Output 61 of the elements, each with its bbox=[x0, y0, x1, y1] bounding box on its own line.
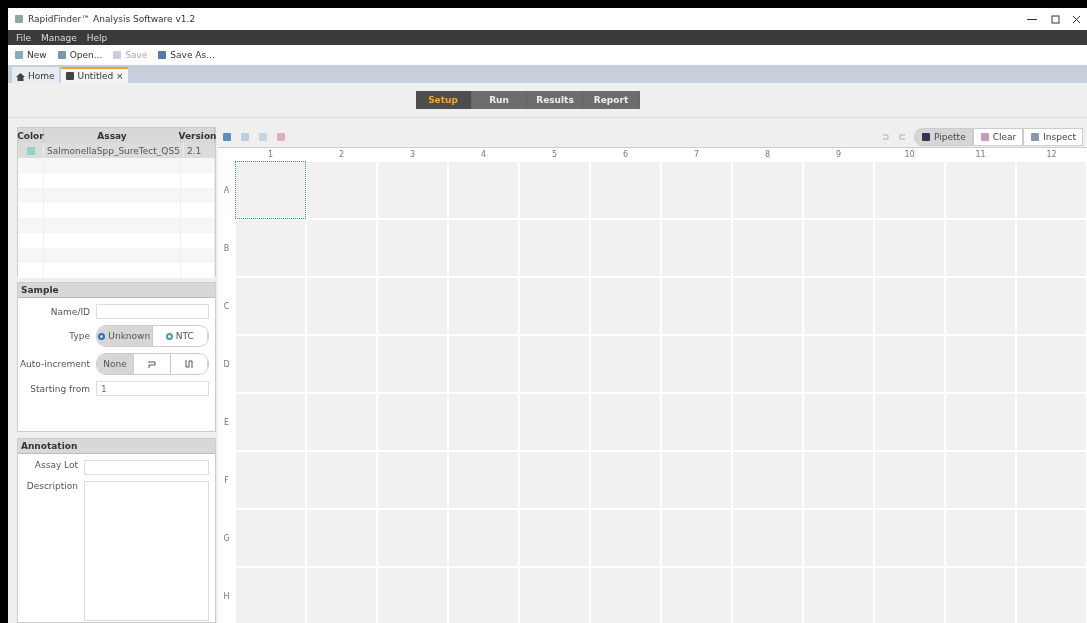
restore-icon[interactable] bbox=[1051, 14, 1060, 24]
row-label: F bbox=[223, 474, 230, 487]
document-tab[interactable]: Untitled × bbox=[60, 67, 128, 83]
column-label: 10 bbox=[903, 149, 916, 161]
column-label: 11 bbox=[974, 149, 987, 161]
row-order-icon bbox=[147, 359, 157, 369]
field-label: Description bbox=[25, 481, 78, 491]
tool-button[interactable]: Inspect bbox=[1023, 128, 1083, 146]
toolbar-button[interactable]: New bbox=[14, 50, 47, 60]
well[interactable] bbox=[235, 161, 306, 219]
assay-lot-field[interactable] bbox=[84, 460, 209, 475]
menu-item[interactable]: Help bbox=[86, 32, 108, 43]
name-field[interactable] bbox=[96, 304, 209, 319]
row-label: A bbox=[222, 184, 231, 197]
field-label: Type bbox=[68, 331, 90, 341]
close-icon[interactable] bbox=[1072, 14, 1081, 24]
type-option[interactable]: Unknown bbox=[97, 326, 153, 346]
undo-icon[interactable] bbox=[882, 133, 891, 141]
column-label: 9 bbox=[834, 149, 843, 161]
toolbar-button[interactable]: Save As... bbox=[157, 50, 215, 60]
column-label: 2 bbox=[337, 149, 346, 161]
mode-tab[interactable]: Report bbox=[583, 91, 640, 109]
column-label: 5 bbox=[550, 149, 559, 161]
redo-icon[interactable] bbox=[898, 133, 907, 141]
field-label: Auto-increment bbox=[18, 359, 90, 369]
tool-button[interactable]: Clear bbox=[972, 128, 1024, 146]
column-order-icon bbox=[184, 359, 194, 369]
home-icon bbox=[16, 71, 25, 81]
toolbar-button[interactable]: Open... bbox=[56, 50, 103, 60]
column-label: 12 bbox=[1045, 149, 1058, 161]
column-label: 3 bbox=[408, 149, 417, 161]
column-label: 1 bbox=[266, 149, 275, 161]
row-label: C bbox=[222, 300, 231, 313]
row-label: G bbox=[222, 532, 231, 545]
column-label: 4 bbox=[479, 149, 488, 161]
mode-tab[interactable]: Run bbox=[471, 91, 528, 109]
field-label: Assay Lot bbox=[33, 460, 78, 470]
tool-button[interactable]: Pipette bbox=[914, 128, 973, 146]
menu-item[interactable]: Manage bbox=[41, 32, 77, 43]
column-label: 7 bbox=[692, 149, 701, 161]
increment-option[interactable]: None bbox=[97, 354, 134, 374]
row-label: B bbox=[222, 242, 231, 255]
window-title: RapidFinder™ Analysis Software v1.2 bbox=[28, 14, 196, 24]
column-header: Color bbox=[18, 128, 44, 143]
panel-title: Sample bbox=[18, 283, 215, 298]
mode-tab[interactable]: Setup bbox=[415, 91, 472, 109]
row-label: E bbox=[222, 416, 231, 429]
panel-title: Annotation bbox=[18, 439, 215, 454]
assay-row[interactable]: SalmonellaSpp_SureTect_QS5 2.1 bbox=[18, 143, 215, 158]
field-label: Name/ID bbox=[49, 306, 90, 317]
menu-item[interactable]: File bbox=[16, 32, 32, 43]
row-label: D bbox=[222, 358, 231, 371]
start-field[interactable]: 1 bbox=[96, 381, 209, 396]
field-label: Starting from bbox=[29, 383, 90, 394]
mode-tab[interactable]: Results bbox=[527, 91, 584, 109]
row-label: H bbox=[222, 590, 231, 603]
document-tab[interactable]: Home bbox=[12, 67, 59, 83]
column-label: 6 bbox=[621, 149, 630, 161]
minimize-icon[interactable] bbox=[1027, 18, 1037, 20]
column-label: 8 bbox=[763, 149, 772, 161]
description-field[interactable] bbox=[84, 481, 209, 621]
